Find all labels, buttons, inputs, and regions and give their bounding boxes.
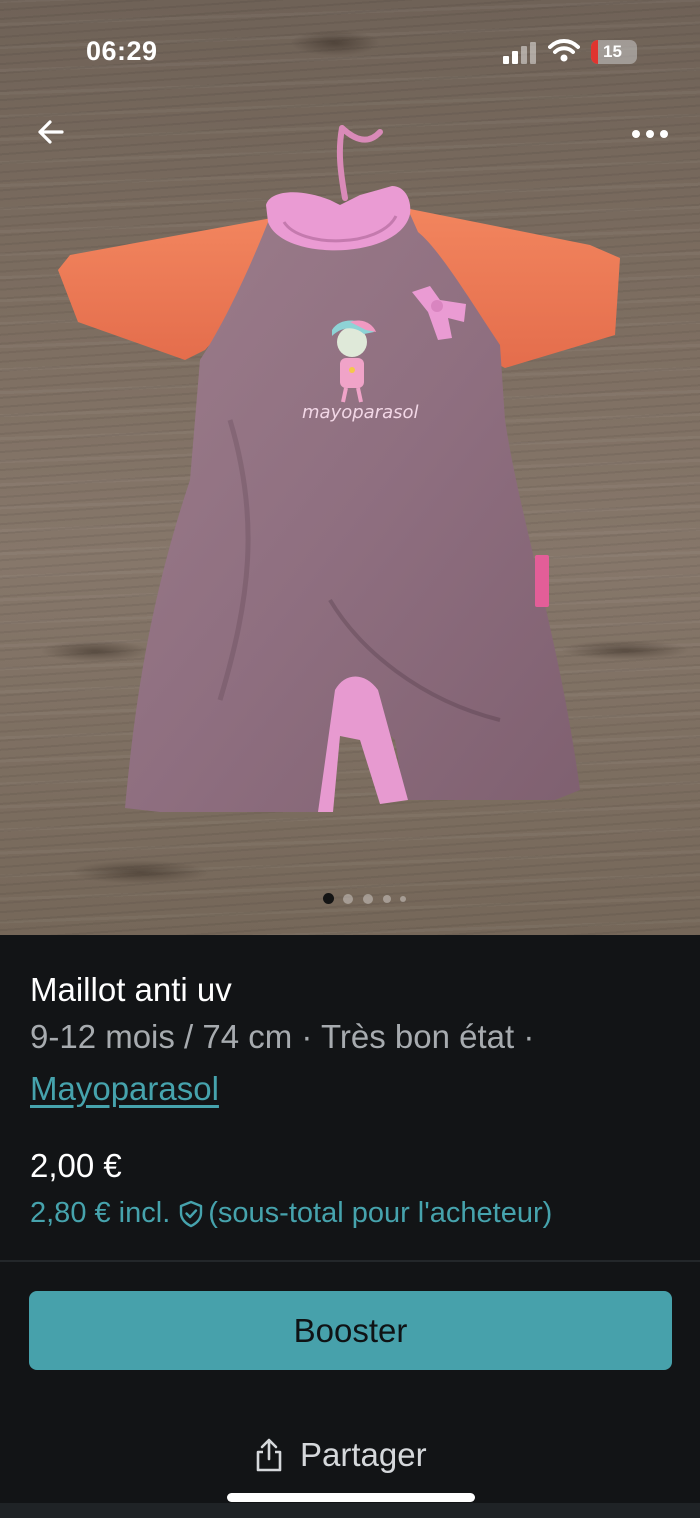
divider [0, 1260, 700, 1262]
battery-icon: 15 [591, 40, 637, 64]
listing-details: Maillot anti uv 9-12 mois / 74 cm · Très… [0, 935, 700, 1518]
wifi-icon [548, 39, 580, 62]
printed-logo: mayoparasol [302, 402, 419, 423]
carousel-dot [400, 896, 406, 902]
arrow-left-icon [38, 120, 64, 144]
buyer-protection-price[interactable]: 2,80 € incl. (sous-total pour l'acheteur… [30, 1197, 552, 1230]
carousel-dot [383, 895, 391, 903]
product-photo-carousel[interactable]: mayoparasol 06:29 15 [0, 0, 700, 935]
more-options-button[interactable] [628, 124, 672, 144]
cellular-signal-icon [503, 42, 539, 64]
status-bar: 06:29 15 [0, 0, 700, 100]
listing-price: 2,00 € [30, 1147, 122, 1184]
swimsuit-image: mayoparasol [58, 125, 620, 812]
clock: 06:29 [86, 36, 158, 66]
listing-meta: 9-12 mois / 74 cm · Très bon état · [30, 1018, 535, 1055]
price-incl-note: (sous-total pour l'acheteur) [208, 1197, 553, 1229]
bottom-strip [0, 1503, 700, 1518]
battery-level: 15 [603, 42, 622, 61]
share-button[interactable]: Partager [254, 1433, 427, 1477]
share-icon [256, 1438, 282, 1472]
share-label: Partager [300, 1436, 427, 1473]
listing-title: Maillot anti uv [30, 971, 232, 1008]
booster-button[interactable]: Booster [29, 1291, 672, 1370]
brand-link[interactable]: Mayoparasol [30, 1070, 219, 1108]
carousel-dot-active [323, 893, 334, 904]
shield-check-icon [180, 1200, 203, 1227]
home-indicator[interactable] [227, 1493, 475, 1502]
carousel-dot [363, 894, 373, 904]
price-incl: 2,80 € incl. [30, 1197, 171, 1229]
back-button[interactable] [32, 112, 72, 152]
carousel-dot [343, 894, 353, 904]
